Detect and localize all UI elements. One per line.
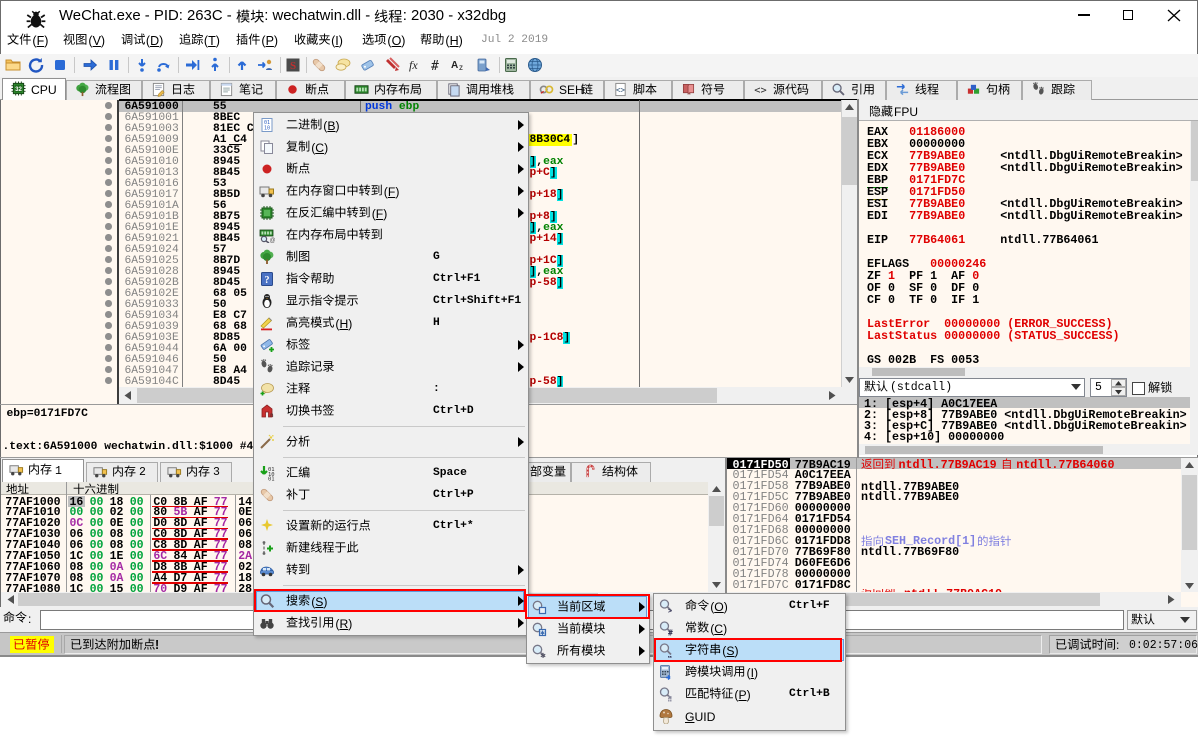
svg-text:✱: ✱ [540, 652, 546, 659]
svg-text:z: z [459, 63, 463, 72]
svg-text:@: @ [270, 238, 276, 243]
svg-text:10: 10 [264, 126, 270, 132]
svg-text:<>: <> [616, 85, 626, 94]
svg-text:S: S [290, 60, 296, 72]
svg-text:A: A [451, 60, 458, 71]
svg-text:>: > [668, 607, 672, 614]
svg-text:<>: <> [754, 84, 766, 96]
svg-text:✱: ✱ [540, 629, 545, 636]
svg-text:#: # [431, 59, 439, 73]
svg-text:#: # [668, 629, 673, 637]
svg-text:?: ? [265, 275, 270, 286]
svg-text:01: 01 [268, 477, 275, 482]
svg-text:fx: fx [409, 58, 418, 72]
svg-text:n: n [270, 412, 274, 419]
svg-text:32: 32 [15, 86, 22, 93]
